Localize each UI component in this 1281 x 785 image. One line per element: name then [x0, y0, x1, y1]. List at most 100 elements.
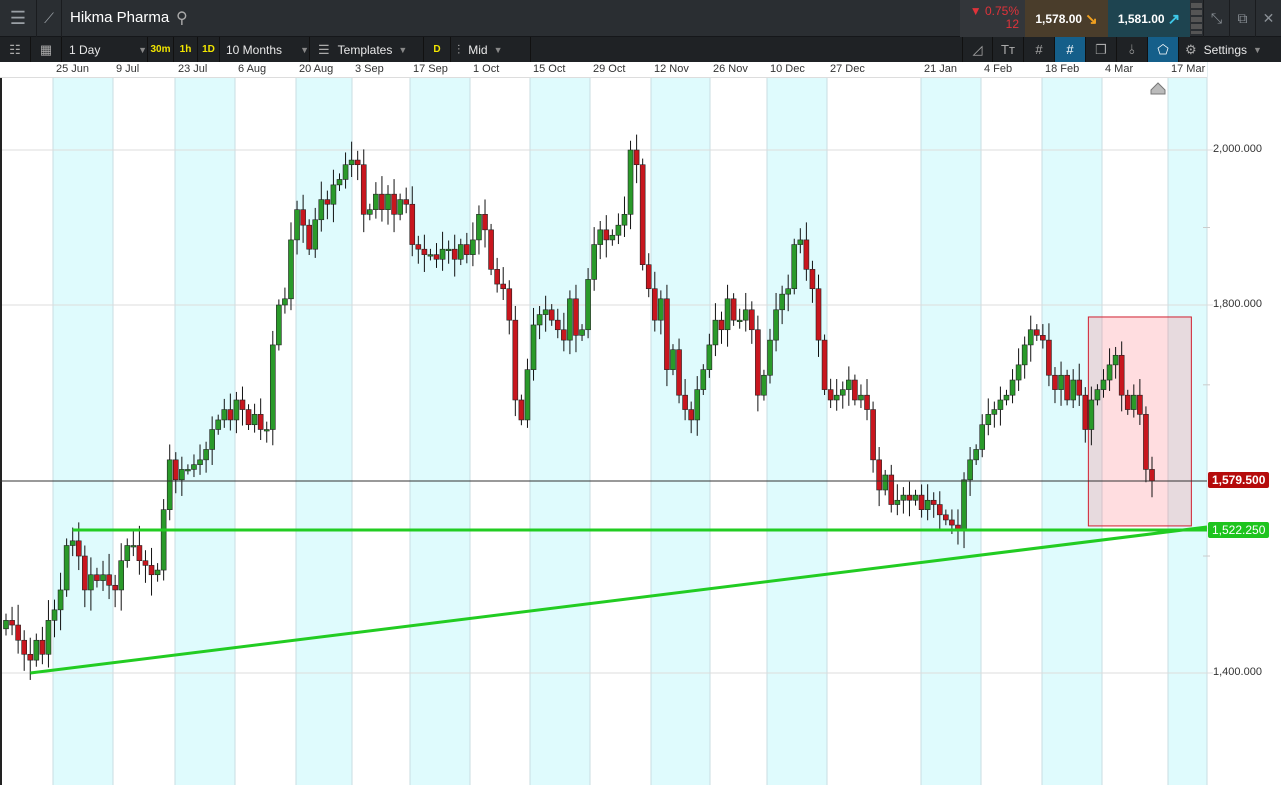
candle-up	[742, 309, 749, 321]
candle-up	[700, 369, 707, 390]
candle-down	[451, 248, 458, 260]
candle-down	[664, 298, 670, 370]
candle-up	[1021, 344, 1028, 366]
candle-down	[421, 248, 428, 255]
candle-up	[894, 499, 901, 505]
candle-up	[470, 239, 476, 255]
date-tick-label: 6 Aug	[238, 63, 267, 75]
candle-up	[263, 429, 270, 432]
candle-down	[918, 494, 925, 510]
candle-up	[542, 309, 549, 315]
candle-up	[330, 184, 337, 205]
support-level-badge: 1,522.250	[1208, 522, 1270, 538]
candle-down	[1064, 374, 1070, 401]
candle-up	[439, 248, 446, 260]
candle-up	[100, 574, 106, 581]
candle-down	[821, 339, 828, 390]
date-tick-label: 4 Mar	[1105, 63, 1134, 75]
candle-down	[409, 203, 416, 245]
candle-up	[57, 589, 64, 611]
time-band	[921, 78, 981, 785]
candle-up	[724, 298, 731, 331]
date-tick-label: 21 Jan	[924, 63, 958, 75]
candle-up	[846, 379, 852, 390]
candle-down	[324, 199, 331, 205]
candle-down	[676, 349, 682, 396]
candle-down	[500, 283, 507, 290]
candle-up	[785, 288, 791, 295]
candle-up	[209, 429, 215, 450]
date-tick-label: 15 Oct	[533, 63, 566, 75]
candle-up	[767, 339, 773, 376]
candle-up	[269, 344, 276, 430]
candle-down	[379, 193, 385, 210]
candle-down	[227, 409, 234, 421]
candle-up	[609, 234, 616, 241]
candle-down	[27, 653, 34, 661]
candle-down	[645, 264, 652, 290]
candle-up	[961, 479, 967, 531]
date-tick-label: 27 Dec	[830, 63, 865, 75]
candle-down	[755, 329, 761, 396]
candle-down	[1046, 339, 1052, 376]
candle-down	[172, 459, 179, 481]
candle-down	[94, 574, 100, 581]
candle-down	[639, 164, 646, 266]
candle-up	[706, 344, 713, 370]
candle-up	[203, 449, 209, 461]
candle-up	[1003, 394, 1010, 401]
candle-down	[943, 514, 949, 521]
candle-down	[852, 379, 858, 401]
candle-up	[282, 298, 288, 306]
candle-down	[809, 269, 816, 290]
candle-up	[1094, 389, 1101, 401]
date-tick-label: 10 Dec	[770, 63, 805, 75]
candle-down	[930, 499, 937, 505]
candle-up	[1100, 379, 1107, 390]
candle-up	[858, 394, 864, 401]
candle-up	[336, 179, 343, 186]
candle-up	[524, 369, 531, 421]
candle-up	[191, 464, 197, 470]
candle-down	[876, 459, 882, 491]
candle-down	[1118, 354, 1125, 396]
candle-up	[1070, 379, 1076, 401]
candle-up	[839, 389, 846, 396]
candle-down	[888, 474, 895, 505]
candle-up	[979, 424, 986, 450]
candle-up	[621, 214, 628, 226]
candle-down	[391, 193, 397, 215]
date-tick-label: 25 Jun	[56, 63, 90, 75]
candle-down	[554, 319, 561, 331]
candle-up	[985, 414, 992, 426]
candle-down	[506, 288, 513, 321]
scroll-marker-icon	[1150, 82, 1166, 95]
candle-down	[803, 239, 810, 270]
candle-down	[354, 159, 361, 166]
price-chart[interactable]	[0, 0, 1281, 785]
candle-down	[142, 560, 149, 566]
candle-down	[949, 519, 955, 526]
candle-up	[670, 349, 676, 370]
candle-up	[276, 304, 282, 346]
candle-up	[367, 209, 373, 215]
candle-up	[973, 449, 979, 461]
candle-up	[457, 244, 464, 260]
date-tick-label: 9 Jul	[116, 63, 140, 75]
candle-up	[179, 469, 185, 481]
candle-down	[75, 540, 82, 557]
candle-down	[688, 409, 694, 421]
candle-up	[900, 494, 907, 501]
date-tick-label: 18 Feb	[1045, 63, 1080, 75]
candle-down	[518, 399, 525, 421]
candle-up	[833, 394, 840, 401]
candle-up	[88, 574, 94, 591]
time-band	[296, 78, 352, 785]
time-band	[651, 78, 710, 785]
candle-up	[130, 545, 137, 548]
candle-down	[1124, 394, 1131, 410]
candle-up	[1027, 329, 1034, 346]
candle-down	[730, 298, 737, 321]
candle-up	[615, 224, 622, 236]
candle-up	[567, 298, 573, 341]
